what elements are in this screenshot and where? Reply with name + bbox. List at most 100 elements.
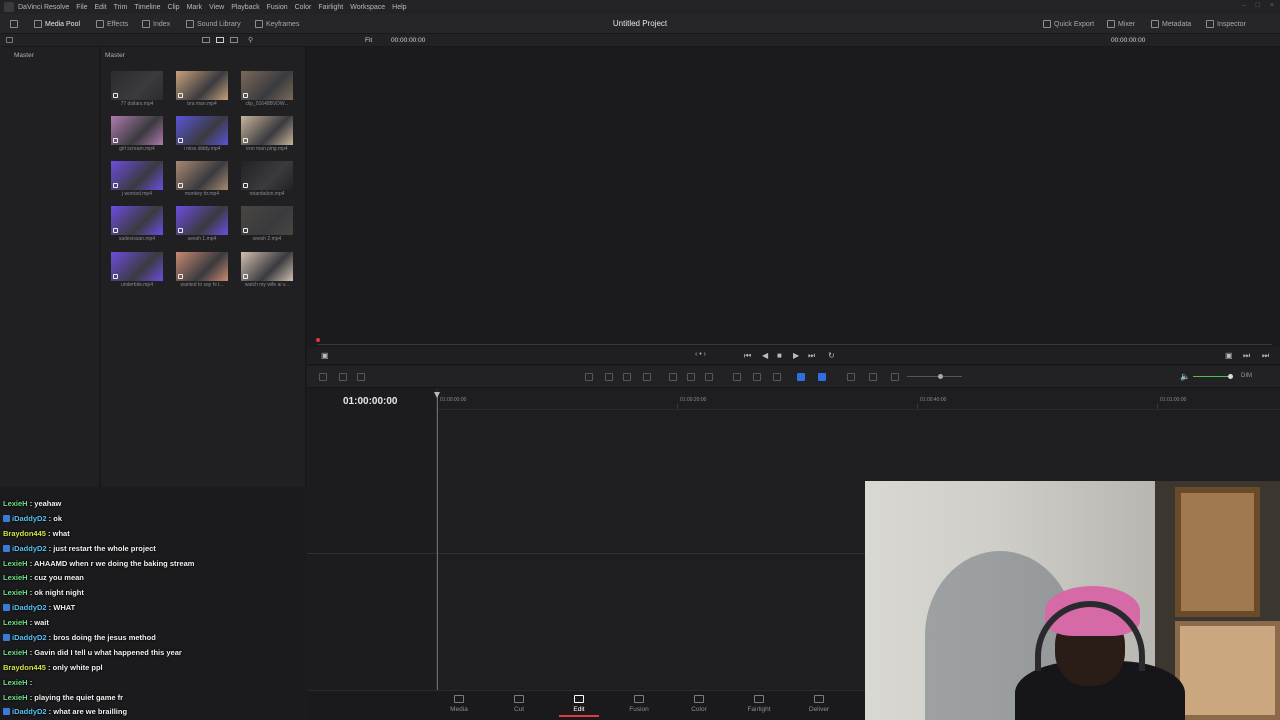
dynamic-trim-icon[interactable] bbox=[623, 373, 631, 381]
media-clip[interactable]: j worried.mp4 bbox=[111, 161, 163, 197]
media-clip[interactable]: iron man ping.mp4 bbox=[241, 116, 293, 152]
record-timecode: 00:00:00:00 bbox=[1111, 37, 1146, 44]
snapping-icon[interactable] bbox=[339, 373, 347, 381]
dim-button[interactable]: DIM bbox=[1241, 373, 1252, 379]
thumbnail-view-icon[interactable] bbox=[216, 37, 224, 43]
reverse-play-icon[interactable]: ◀ bbox=[762, 351, 768, 360]
media-clip[interactable]: sadevissan.mp4 bbox=[111, 206, 163, 242]
menu-timeline[interactable]: Timeline bbox=[134, 4, 160, 11]
next-edit-icon[interactable]: ⏭ bbox=[1243, 351, 1250, 361]
metadata-button[interactable]: Metadata bbox=[1151, 18, 1191, 30]
page-tab-media[interactable]: Media bbox=[439, 695, 479, 713]
media-clip[interactable]: underbite.mp4 bbox=[111, 252, 163, 288]
stop-icon[interactable]: ■ bbox=[777, 351, 782, 360]
timeline-playhead[interactable] bbox=[434, 392, 440, 690]
menu-workspace[interactable]: Workspace bbox=[350, 4, 385, 11]
ruler-tick bbox=[1157, 404, 1158, 409]
volume-slider[interactable] bbox=[1193, 376, 1229, 377]
page-tab-edit[interactable]: Edit bbox=[559, 695, 599, 717]
close-icon[interactable]: × bbox=[1270, 2, 1274, 9]
media-clip[interactable]: monkey ttr.mp4 bbox=[176, 161, 228, 197]
grid-view-icon[interactable] bbox=[202, 37, 210, 43]
blade-tool-icon[interactable] bbox=[643, 373, 651, 381]
quick-export-button[interactable]: Quick Export bbox=[1043, 18, 1094, 30]
replace-clip-icon[interactable] bbox=[705, 373, 713, 381]
media-clip[interactable]: seesh 2.mp4 bbox=[241, 206, 293, 242]
marker-blue-icon[interactable] bbox=[818, 373, 826, 381]
menu-edit[interactable]: Edit bbox=[95, 4, 107, 11]
minimize-icon[interactable]: – bbox=[1242, 2, 1246, 9]
flag-blue-icon[interactable] bbox=[797, 373, 805, 381]
end-icon[interactable]: ⏭ bbox=[1262, 351, 1269, 361]
media-clip[interactable]: watch my wife ai v... bbox=[241, 252, 293, 288]
page-tab-fairlight[interactable]: Fairlight bbox=[739, 695, 779, 713]
link-icon[interactable] bbox=[753, 373, 761, 381]
zoom-slider-handle[interactable] bbox=[938, 374, 943, 379]
page-tab-deliver[interactable]: Deliver bbox=[799, 695, 839, 713]
insert-clip-icon[interactable] bbox=[669, 373, 677, 381]
timeline-viewer[interactable] bbox=[307, 47, 1280, 335]
clip-name: j worried.mp4 bbox=[121, 191, 152, 197]
mixer-button[interactable]: Mixer bbox=[1107, 18, 1135, 30]
menu-fairlight[interactable]: Fairlight bbox=[318, 4, 343, 11]
menu-mark[interactable]: Mark bbox=[187, 4, 203, 11]
media-clip[interactable]: retardation.mp4 bbox=[241, 161, 293, 197]
trim-tool-icon[interactable] bbox=[605, 373, 613, 381]
fullscreen-icon[interactable]: ▣ bbox=[1225, 351, 1233, 360]
zoom-full-icon[interactable] bbox=[847, 373, 855, 381]
zoom-detail-icon[interactable] bbox=[869, 373, 877, 381]
menu-playback[interactable]: Playback bbox=[231, 4, 259, 11]
audio-track-icon[interactable] bbox=[357, 373, 365, 381]
inspector-button[interactable]: Inspector bbox=[1206, 18, 1246, 30]
media-clip[interactable]: wanted to say hi t... bbox=[176, 252, 228, 288]
go-to-start-icon[interactable]: ⏮ bbox=[744, 351, 751, 361]
media-clip[interactable]: clip_01648BVDW... bbox=[241, 71, 293, 107]
menu-trim[interactable]: Trim bbox=[114, 4, 128, 11]
page-tab-cut[interactable]: Cut bbox=[499, 695, 539, 713]
clip-view-icon[interactable]: ▣ bbox=[321, 351, 329, 360]
zoom-slider[interactable] bbox=[907, 376, 962, 377]
loop-icon[interactable]: ↻ bbox=[828, 351, 835, 360]
overwrite-clip-icon[interactable] bbox=[687, 373, 695, 381]
chat-username: iDaddyD2 bbox=[12, 513, 47, 523]
volume-icon[interactable]: 🔈 bbox=[1180, 372, 1190, 381]
menu-fusion[interactable]: Fusion bbox=[267, 4, 288, 11]
timeline-view-options-icon[interactable] bbox=[319, 373, 327, 381]
chat-badge-icon bbox=[3, 544, 10, 552]
menu-file[interactable]: File bbox=[76, 4, 87, 11]
page-tab-color[interactable]: Color bbox=[679, 695, 719, 713]
play-icon[interactable]: ▶ bbox=[793, 351, 799, 360]
volume-slider-handle[interactable] bbox=[1228, 374, 1233, 379]
search-icon[interactable]: ⚲ bbox=[248, 36, 253, 44]
page-tab-fusion[interactable]: Fusion bbox=[619, 695, 659, 713]
selection-tool-icon[interactable] bbox=[585, 373, 593, 381]
menu-help[interactable]: Help bbox=[392, 4, 406, 11]
media-clip[interactable]: 77 dollars.mp4 bbox=[111, 71, 163, 107]
snap-icon[interactable] bbox=[733, 373, 741, 381]
zoom-custom-icon[interactable] bbox=[891, 373, 899, 381]
menu-view[interactable]: View bbox=[209, 4, 224, 11]
lock-icon[interactable] bbox=[773, 373, 781, 381]
metadata-icon bbox=[1151, 20, 1159, 28]
scrub-bar[interactable] bbox=[307, 335, 1280, 347]
media-clip[interactable]: seesh 1.mp4 bbox=[176, 206, 228, 242]
bin-master[interactable]: Master bbox=[14, 52, 34, 59]
timeline-ruler[interactable]: 01:00:00:00 01:00:20:00 01:00:40:00 01:0… bbox=[437, 388, 1280, 410]
jog-icon[interactable]: ‹ • › bbox=[695, 351, 706, 358]
page-tab-label: Deliver bbox=[808, 706, 830, 713]
zoom-select[interactable]: Fit bbox=[365, 37, 372, 44]
menu-clip[interactable]: Clip bbox=[168, 4, 180, 11]
media-clip[interactable]: bra man.mp4 bbox=[176, 71, 228, 107]
clip-thumbnail-image bbox=[241, 161, 293, 190]
media-clip[interactable]: girl scream.mp4 bbox=[111, 116, 163, 152]
list-view-icon[interactable] bbox=[230, 37, 238, 43]
media-clip[interactable]: i miss diddy.mp4 bbox=[176, 116, 228, 152]
clip-thumbnail bbox=[241, 161, 293, 190]
maximize-icon[interactable]: □ bbox=[1256, 2, 1260, 9]
scrub-playhead[interactable] bbox=[316, 338, 320, 342]
clip-name: bra man.mp4 bbox=[187, 101, 217, 107]
sidebar-toggle-icon[interactable] bbox=[6, 37, 13, 43]
menu-color[interactable]: Color bbox=[295, 4, 312, 11]
chat-message: iDaddyD2 : ok bbox=[3, 512, 303, 527]
go-to-end-icon[interactable]: ⏭ bbox=[808, 351, 815, 361]
